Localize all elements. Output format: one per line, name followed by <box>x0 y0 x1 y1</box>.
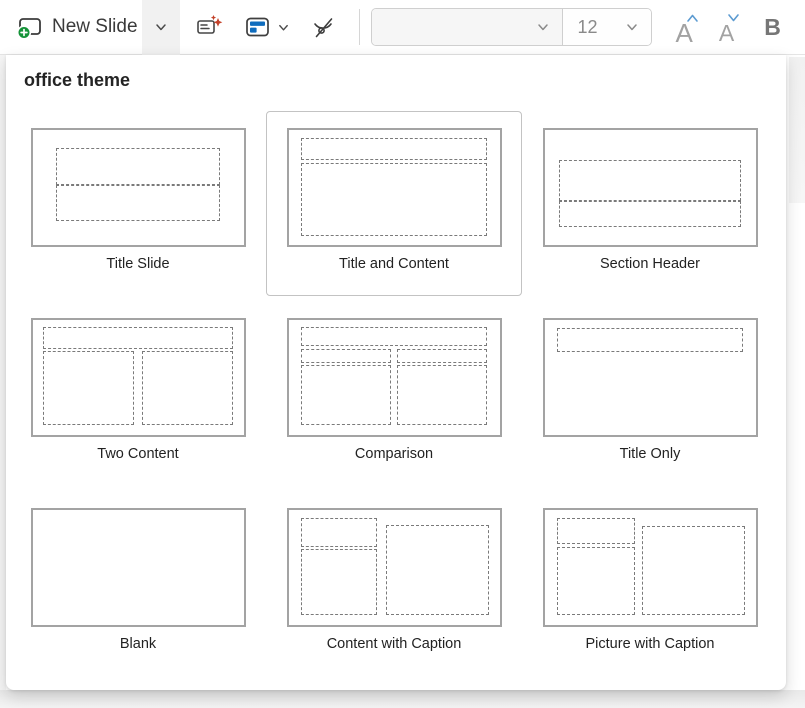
slide-thumbnail <box>543 508 758 627</box>
placeholder-box <box>56 148 221 185</box>
layout-option-label: Blank <box>120 636 156 652</box>
layout-option-two-content[interactable]: Two Content <box>10 301 266 486</box>
placeholder-box <box>642 526 745 615</box>
placeholder-box <box>301 349 391 363</box>
slide-thumbnail <box>31 508 246 627</box>
panel-title: office theme <box>24 70 130 91</box>
placeholder-box <box>301 549 377 615</box>
layout-option-title-and-content[interactable]: Title and Content <box>266 111 522 296</box>
caret-up-icon <box>686 13 699 23</box>
layout-option-label: Content with Caption <box>327 636 462 652</box>
slide-layout-icon <box>244 14 271 40</box>
layout-grid: Title Slide Title and Content Section Head… <box>10 111 778 676</box>
layout-option-label: Title and Content <box>339 256 449 272</box>
designer-button[interactable] <box>186 0 234 55</box>
increase-font-size-button[interactable]: A <box>668 0 701 55</box>
layout-option-label: Comparison <box>355 446 433 462</box>
placeholder-box <box>559 160 740 201</box>
placeholder-box <box>43 327 233 349</box>
bold-button[interactable]: B <box>756 14 789 41</box>
layout-option-picture-with-caption[interactable]: Picture with Caption <box>522 491 778 676</box>
chevron-down-icon <box>536 20 550 34</box>
slide-thumbnail <box>287 318 502 437</box>
placeholder-box <box>142 351 233 425</box>
toolbar-divider <box>359 9 360 45</box>
placeholder-box <box>559 201 740 226</box>
layout-option-section-header[interactable]: Section Header <box>522 111 778 296</box>
hide-button[interactable] <box>300 0 348 55</box>
placeholder-box <box>397 349 487 363</box>
new-slide-dropdown-button[interactable] <box>142 0 180 55</box>
chevron-down-icon <box>154 20 168 34</box>
decrease-font-size-button[interactable]: A <box>711 0 742 55</box>
new-slide-button[interactable]: New Slide <box>12 0 142 55</box>
font-size-value: 12 <box>578 17 598 38</box>
chevron-down-icon <box>625 20 639 34</box>
placeholder-box <box>43 351 134 425</box>
page-background-right <box>789 57 805 203</box>
placeholder-box <box>56 185 221 221</box>
font-name-select[interactable] <box>372 9 562 45</box>
font-size-select[interactable]: 12 <box>562 9 651 45</box>
chevron-down-icon <box>277 21 290 34</box>
new-slide-label: New Slide <box>52 16 138 38</box>
layout-dropdown-button[interactable] <box>275 0 300 55</box>
layout-option-label: Section Header <box>600 256 700 272</box>
placeholder-box <box>301 163 487 235</box>
layout-option-label: Title Slide <box>106 256 169 272</box>
slide-thumbnail <box>287 508 502 627</box>
caret-down-icon <box>727 13 740 23</box>
layout-option-label: Title Only <box>620 446 681 462</box>
layout-option-title-slide[interactable]: Title Slide <box>10 111 266 296</box>
layout-option-comparison[interactable]: Comparison <box>266 301 522 486</box>
toolbar: New Slide <box>0 0 805 55</box>
eye-slash-icon <box>310 14 338 41</box>
layout-option-content-with-caption[interactable]: Content with Caption <box>266 491 522 676</box>
layout-button[interactable] <box>234 0 275 55</box>
layout-option-title-only[interactable]: Title Only <box>522 301 778 486</box>
placeholder-box <box>397 365 487 425</box>
new-slide-icon <box>16 14 43 40</box>
font-controls: 12 <box>371 8 652 46</box>
slide-thumbnail <box>287 128 502 247</box>
placeholder-box <box>301 365 391 425</box>
page-background-bottom <box>0 690 805 708</box>
slide-thumbnail <box>31 318 246 437</box>
placeholder-box <box>301 327 487 347</box>
layout-option-blank[interactable]: Blank <box>10 491 266 676</box>
slide-thumbnail <box>543 128 758 247</box>
layout-gallery-panel: office theme Title Slide Title and Conten… <box>6 55 786 690</box>
placeholder-box <box>301 518 377 547</box>
slide-thumbnail <box>31 128 246 247</box>
placeholder-box <box>557 328 743 352</box>
placeholder-box <box>386 525 489 615</box>
placeholder-box <box>557 518 635 544</box>
placeholder-box <box>557 547 635 615</box>
placeholder-box <box>301 138 487 160</box>
designer-sparkle-icon <box>196 14 224 40</box>
layout-option-label: Two Content <box>97 446 178 462</box>
slide-thumbnail <box>543 318 758 437</box>
layout-option-label: Picture with Caption <box>586 636 715 652</box>
